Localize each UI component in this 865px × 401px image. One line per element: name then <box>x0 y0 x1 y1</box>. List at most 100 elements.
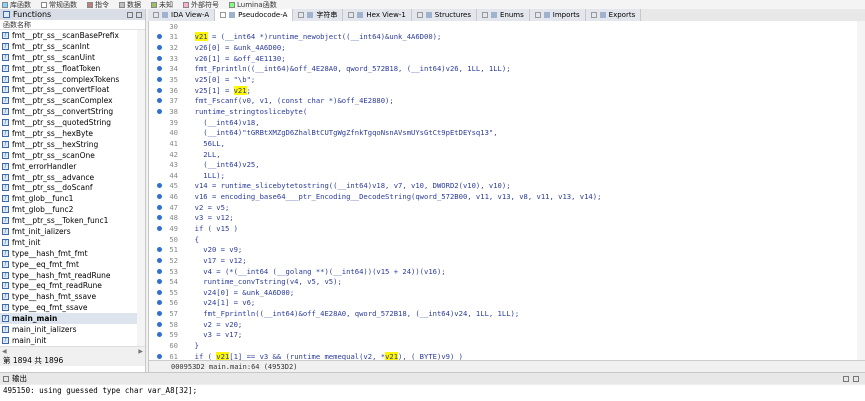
code-text[interactable]: runtime_stringtoslicebyte( <box>186 107 308 116</box>
function-list-item[interactable]: f fmt__ptr_ss__Token_func1 <box>0 215 145 226</box>
breakpoint-dot-icon[interactable] <box>157 108 162 114</box>
function-list-item[interactable]: f type__eq_fmt_ssave <box>0 302 145 313</box>
restore-icon[interactable] <box>843 375 849 382</box>
breakpoint-dot-icon[interactable] <box>157 289 162 295</box>
tab[interactable]: Hex View-1 <box>343 9 412 21</box>
tab-close-icon[interactable] <box>153 12 159 18</box>
function-list-item[interactable]: f main_init <box>0 335 145 346</box>
code-line[interactable]: 49 if ( v15 ) <box>149 223 858 234</box>
breakpoint-dot-icon[interactable] <box>157 268 162 274</box>
code-text[interactable]: if ( v15 ) <box>186 224 238 233</box>
restore-icon[interactable] <box>127 11 133 18</box>
function-list-item[interactable]: f fmt__ptr_ss__hexByte <box>0 128 145 139</box>
breakpoint-dot-icon[interactable] <box>157 321 162 327</box>
code-text[interactable]: 56LL, <box>186 139 225 148</box>
code-text[interactable]: 2LL, <box>186 150 220 159</box>
tab-close-icon[interactable] <box>482 12 489 18</box>
function-list-item[interactable]: f fmt__ptr_ss__hexString <box>0 139 145 150</box>
breakpoint-dot-icon[interactable] <box>157 183 162 189</box>
function-list-item[interactable]: f fmt__ptr_ss__scanComplex <box>0 95 145 106</box>
code-line[interactable]: 33 v26[1] = &off_4E1130; <box>149 53 858 64</box>
function-list-item[interactable]: f fmt_init_ializers <box>0 226 145 237</box>
breakpoint-dot-icon[interactable] <box>157 194 162 200</box>
code-line[interactable]: 53 v4 = (*(__int64 (__golang **)(__int64… <box>149 266 858 277</box>
code-text[interactable]: v3 = v12; <box>186 213 234 222</box>
code-line[interactable]: 47 v2 = v5; <box>149 202 858 213</box>
function-list-item[interactable]: f fmt__ptr_ss__scanInt <box>0 41 145 52</box>
code-text[interactable]: v2 = v20; <box>186 320 242 329</box>
code-line[interactable]: 46 v16 = encoding_base64___ptr_Encoding_… <box>149 191 858 202</box>
code-line[interactable]: 39 (__int64)v18, <box>149 117 858 128</box>
tab[interactable]: IDA View-A <box>148 9 216 21</box>
tab[interactable]: Pseudocode-A <box>215 9 294 21</box>
function-list-item[interactable]: f fmt__ptr_ss__convertFloat <box>0 84 145 95</box>
code-line[interactable]: 56 v24[1] = v6; <box>149 298 858 309</box>
code-line[interactable]: 54 runtime_convTstring(v4, v5, v5); <box>149 276 858 287</box>
function-list-item[interactable]: f fmt__ptr_ss__doScanf <box>0 182 145 193</box>
breakpoint-dot-icon[interactable] <box>157 311 162 317</box>
code-line[interactable]: 30 <box>149 21 858 32</box>
functions-scrollbar[interactable] <box>137 30 145 346</box>
function-list-item[interactable]: f fmt__ptr_ss__advance <box>0 172 145 183</box>
code-line[interactable]: 61 if ( v21[1] == v3 && (runtime_memequa… <box>149 351 858 360</box>
breakpoint-dot-icon[interactable] <box>157 353 162 359</box>
code-line[interactable]: 55 v24[0] = &unk_4A6D00; <box>149 287 858 298</box>
code-line[interactable]: 31 v21 = (__int64 *)runtime_newobject((_… <box>149 32 858 43</box>
code-line[interactable]: 58 v2 = v20; <box>149 319 858 330</box>
breakpoint-dot-icon[interactable] <box>157 257 162 263</box>
breakpoint-dot-icon[interactable] <box>157 332 162 338</box>
code-text[interactable]: fmt_Fscanf(v0, v1, (const char *)&off_4E… <box>186 96 394 105</box>
code-text[interactable]: 1LL); <box>186 171 225 180</box>
tab[interactable]: Structures <box>411 9 478 21</box>
code-text[interactable]: (__int64)"tGRBtXMZgD6ZhalBtCUTgWgZfnkTgq… <box>186 128 497 137</box>
code-scrollbar[interactable] <box>857 21 865 360</box>
tab[interactable]: 字符串 <box>293 9 344 21</box>
code-text[interactable]: { <box>186 235 199 244</box>
function-list-item[interactable]: f type__hash_fmt_ssave <box>0 291 145 302</box>
pseudocode-panel[interactable]: 30 31 v21 = (__int64 *)runtime_newobject(… <box>148 21 865 372</box>
code-line[interactable]: 35 v25[0] = "\b"; <box>149 74 858 85</box>
tab[interactable]: Exports <box>585 9 642 21</box>
code-text[interactable]: v4 = (*(__int64 (__golang **)(__int64))(… <box>186 267 445 276</box>
code-text[interactable]: v24[1] = v6; <box>186 298 255 307</box>
code-text[interactable]: v21 = (__int64 *)runtime_newobject((__in… <box>186 32 441 42</box>
code-text[interactable]: v26[1] = &off_4E1130; <box>186 54 286 63</box>
breakpoint-dot-icon[interactable] <box>157 247 162 253</box>
code-line[interactable]: 32 v26[0] = &unk_4A6D00; <box>149 42 858 53</box>
function-list-item[interactable]: f fmt__ptr_ss__complexTokens <box>0 74 145 85</box>
close-icon[interactable] <box>853 375 859 382</box>
function-list-item[interactable]: f fmt__ptr_ss__scanUint <box>0 52 145 63</box>
tab-close-icon[interactable] <box>298 12 305 18</box>
code-line[interactable]: 57 fmt_Fprintln((__int64)&off_4E28A0, qw… <box>149 308 858 319</box>
code-text[interactable]: (__int64)v18, <box>186 118 259 127</box>
code-line[interactable]: 36 v25[1] = v21; <box>149 85 858 96</box>
code-line[interactable]: 40 (__int64)"tGRBtXMZgD6ZhalBtCUTgWgZfnk… <box>149 127 858 138</box>
function-list-item[interactable]: f fmt__ptr_ss__floatToken <box>0 63 145 74</box>
code-text[interactable]: } <box>186 341 199 350</box>
code-line[interactable]: 50 { <box>149 234 858 245</box>
code-text[interactable]: v14 = runtime_slicebytetostring((__int64… <box>186 181 511 190</box>
function-list-item[interactable]: f fmt__ptr_ss__scanOne <box>0 150 145 161</box>
code-line[interactable]: 37 fmt_Fscanf(v0, v1, (const char *)&off… <box>149 95 858 106</box>
tab-close-icon[interactable] <box>220 12 227 18</box>
code-line[interactable]: 59 v3 = v17; <box>149 330 858 341</box>
code-line[interactable]: 52 v17 = v12; <box>149 255 858 266</box>
code-line[interactable]: 41 56LL, <box>149 138 858 149</box>
function-list-item[interactable]: f fmt_init <box>0 237 145 248</box>
breakpoint-dot-icon[interactable] <box>157 98 162 104</box>
breakpoint-dot-icon[interactable] <box>157 300 162 306</box>
code-text[interactable]: v20 = v9; <box>186 245 242 254</box>
function-list-item[interactable]: f fmt_glob__func1 <box>0 193 145 204</box>
breakpoint-dot-icon[interactable] <box>157 77 162 83</box>
breakpoint-dot-icon[interactable] <box>157 66 162 72</box>
breakpoint-dot-icon[interactable] <box>157 215 162 221</box>
scroll-right-icon[interactable]: ▶ <box>138 348 143 355</box>
code-text[interactable]: v25[0] = "\b"; <box>186 75 256 84</box>
code-line[interactable]: 45 v14 = runtime_slicebytetostring((__in… <box>149 181 858 192</box>
function-list-item[interactable]: f type__eq_fmt_readRune <box>0 280 145 291</box>
code-area[interactable]: 30 31 v21 = (__int64 *)runtime_newobject(… <box>149 21 858 360</box>
breakpoint-dot-icon[interactable] <box>157 55 162 61</box>
code-line[interactable]: 44 1LL); <box>149 170 858 181</box>
code-text[interactable]: v24[0] = &unk_4A6D00; <box>186 288 294 297</box>
function-list-item[interactable]: f fmt__ptr_ss__quotedString <box>0 117 145 128</box>
